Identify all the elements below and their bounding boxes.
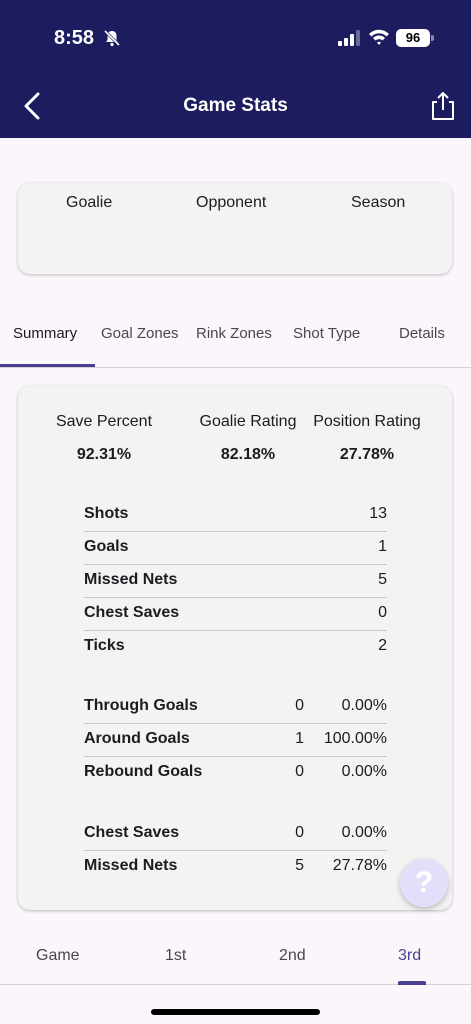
help-button[interactable]: ? xyxy=(400,859,448,907)
stat-value: 1 xyxy=(378,538,387,555)
battery-indicator: 96 xyxy=(396,29,430,47)
stat-value: 0 xyxy=(378,604,387,621)
tab-details[interactable]: Details xyxy=(399,325,445,342)
save-type-percent: 27.78% xyxy=(332,857,387,874)
season-filter[interactable]: Season xyxy=(351,194,405,212)
goal-row-around: Around Goals 1 100.00% xyxy=(84,724,387,757)
stats-tabs: Summary Goal Zones Rink Zones Shot Type … xyxy=(0,318,471,368)
opponent-filter[interactable]: Opponent xyxy=(196,194,266,212)
period-tab-2nd[interactable]: 2nd xyxy=(279,947,306,965)
stat-label: Missed Nets xyxy=(84,571,178,588)
period-tab-game[interactable]: Game xyxy=(36,947,80,965)
summary-card: Save Percent Goalie Rating Position Rati… xyxy=(18,386,452,910)
period-tab-3rd[interactable]: 3rd xyxy=(398,947,421,965)
goal-type-percent: 100.00% xyxy=(323,730,387,747)
battery-tip xyxy=(431,35,434,41)
stat-value: 2 xyxy=(378,637,387,654)
tab-shot-type[interactable]: Shot Type xyxy=(293,325,360,342)
save-type-count: 5 xyxy=(295,857,304,874)
save-type-label: Missed Nets xyxy=(84,857,178,874)
goalie-filter[interactable]: Goalie xyxy=(66,194,112,212)
signal-icon xyxy=(338,30,360,46)
stat-row-shots: Shots 13 xyxy=(84,499,387,532)
home-indicator[interactable] xyxy=(151,1009,320,1015)
save-type-label: Chest Saves xyxy=(84,824,180,841)
save-type-count: 0 xyxy=(295,824,304,841)
stat-label: Goals xyxy=(84,538,129,555)
tab-rink-zones[interactable]: Rink Zones xyxy=(196,325,272,342)
goal-type-count: 0 xyxy=(295,697,304,714)
goal-type-label: Around Goals xyxy=(84,730,190,747)
bell-slash-icon xyxy=(103,29,121,47)
goalie-rating-label: Goalie Rating xyxy=(199,413,297,430)
goal-type-label: Rebound Goals xyxy=(84,763,203,780)
position-rating-value: 27.78% xyxy=(339,446,395,463)
stat-value: 5 xyxy=(378,571,387,588)
tab-goal-zones[interactable]: Goal Zones xyxy=(101,325,179,342)
stat-row-ticks: Ticks 2 xyxy=(84,631,387,664)
status-time: 8:58 xyxy=(54,27,95,49)
active-tab-indicator xyxy=(0,364,95,367)
save-row-chest: Chest Saves 0 0.00% xyxy=(84,818,387,851)
position-rating-label: Position Rating xyxy=(313,413,421,430)
goal-type-label: Through Goals xyxy=(84,697,198,714)
stat-label: Ticks xyxy=(84,637,125,654)
period-tab-1st[interactable]: 1st xyxy=(165,947,186,965)
app-header: 8:58 96 Game Stats xyxy=(0,0,471,138)
save-percent-value: 92.31% xyxy=(76,446,132,463)
stat-label: Shots xyxy=(84,505,129,522)
stat-value: 13 xyxy=(369,505,387,522)
save-percent-label: Save Percent xyxy=(55,413,153,430)
goalie-rating-value: 82.18% xyxy=(220,446,276,463)
share-icon[interactable] xyxy=(428,90,458,122)
tab-summary[interactable]: Summary xyxy=(13,325,77,342)
filter-card: Goalie Opponent Season xyxy=(18,183,452,274)
period-tabs: Game 1st 2nd 3rd xyxy=(0,935,471,985)
goal-row-rebound: Rebound Goals 0 0.00% xyxy=(84,757,387,790)
goal-type-count: 1 xyxy=(295,730,304,747)
stat-label: Chest Saves xyxy=(84,604,180,621)
save-row-missed-nets: Missed Nets 5 27.78% xyxy=(84,851,387,884)
wifi-icon xyxy=(369,29,389,45)
page-title: Game Stats xyxy=(183,95,288,116)
goal-type-count: 0 xyxy=(295,763,304,780)
goal-type-percent: 0.00% xyxy=(341,697,387,714)
save-type-percent: 0.00% xyxy=(341,824,387,841)
goal-type-percent: 0.00% xyxy=(341,763,387,780)
stat-row-missed-nets: Missed Nets 5 xyxy=(84,565,387,598)
stat-row-chest-saves: Chest Saves 0 xyxy=(84,598,387,631)
goal-row-through: Through Goals 0 0.00% xyxy=(84,691,387,724)
active-period-indicator xyxy=(398,981,426,985)
stat-row-goals: Goals 1 xyxy=(84,532,387,565)
